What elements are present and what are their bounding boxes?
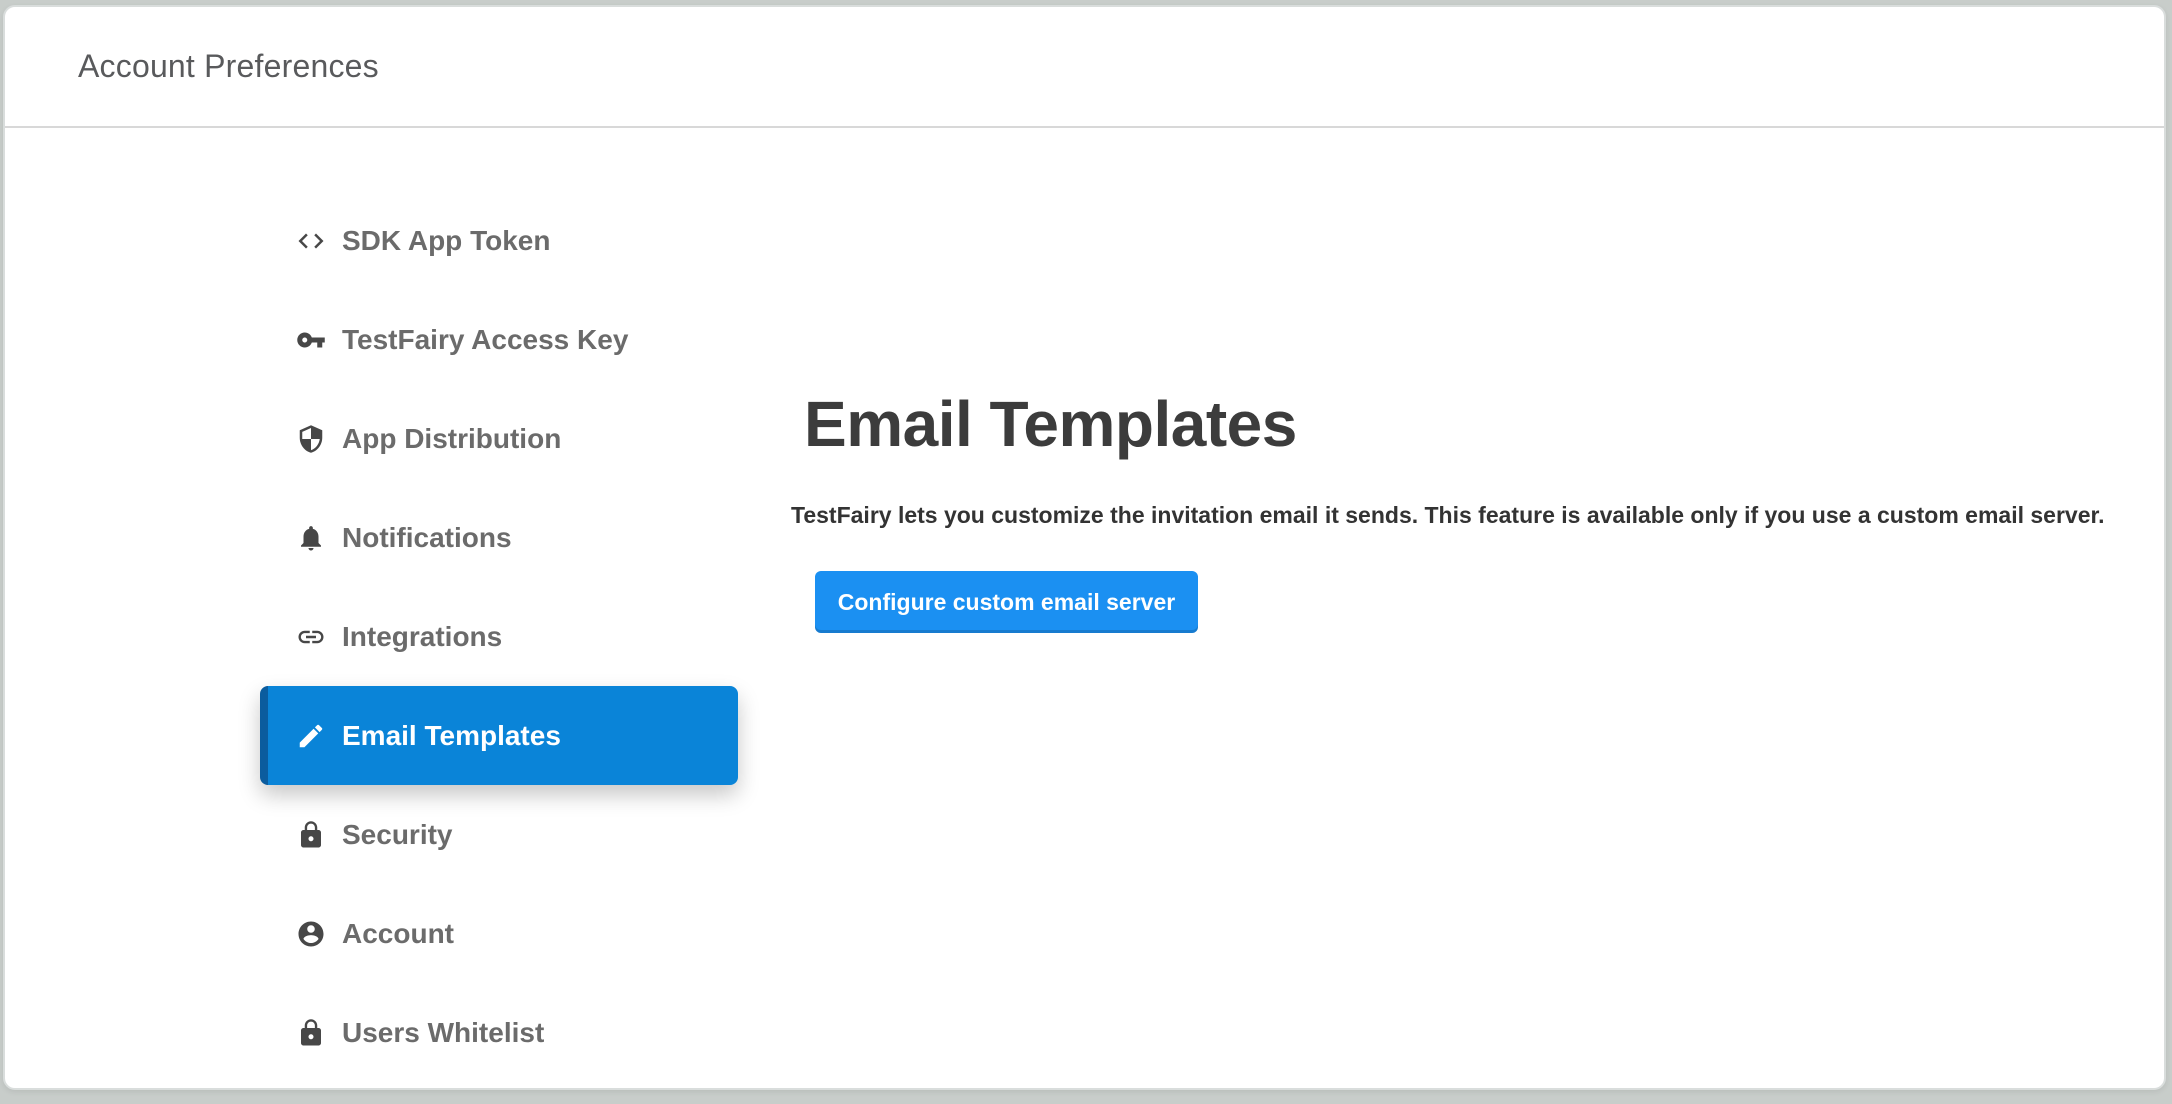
sidebar: SDK App Token TestFairy Access Key App D… bbox=[260, 191, 738, 1082]
sidebar-item-label: Security bbox=[342, 819, 453, 851]
account-preferences-window: Account Preferences SDK App Token TestFa… bbox=[3, 5, 2166, 1090]
section-description: TestFairy lets you customize the invitat… bbox=[791, 502, 2105, 529]
sidebar-item-label: Notifications bbox=[342, 522, 512, 554]
sidebar-item-label: App Distribution bbox=[342, 423, 561, 455]
sidebar-item-label: Email Templates bbox=[342, 720, 561, 752]
sidebar-item-users-whitelist[interactable]: Users Whitelist bbox=[260, 983, 738, 1082]
sidebar-item-label: Account bbox=[342, 918, 454, 950]
sidebar-item-security[interactable]: Security bbox=[260, 785, 738, 884]
sidebar-item-label: TestFairy Access Key bbox=[342, 324, 628, 356]
code-icon bbox=[296, 226, 326, 256]
sidebar-item-integrations[interactable]: Integrations bbox=[260, 587, 738, 686]
content-area: SDK App Token TestFairy Access Key App D… bbox=[5, 130, 2164, 1088]
lock-icon bbox=[296, 1018, 326, 1048]
sidebar-item-account[interactable]: Account bbox=[260, 884, 738, 983]
person-icon bbox=[296, 919, 326, 949]
sidebar-item-label: Users Whitelist bbox=[342, 1017, 544, 1049]
sidebar-item-notifications[interactable]: Notifications bbox=[260, 488, 738, 587]
section-heading: Email Templates bbox=[804, 392, 1297, 456]
lock-icon bbox=[296, 820, 326, 850]
pencil-icon bbox=[296, 721, 326, 751]
configure-custom-email-server-button[interactable]: Configure custom email server bbox=[815, 571, 1198, 633]
key-icon bbox=[296, 325, 326, 355]
sidebar-item-sdk-app-token[interactable]: SDK App Token bbox=[260, 191, 738, 290]
sidebar-item-email-templates[interactable]: Email Templates bbox=[260, 686, 738, 785]
sidebar-item-label: SDK App Token bbox=[342, 225, 550, 257]
sidebar-item-testfairy-access-key[interactable]: TestFairy Access Key bbox=[260, 290, 738, 389]
sidebar-item-app-distribution[interactable]: App Distribution bbox=[260, 389, 738, 488]
link-icon bbox=[296, 622, 326, 652]
window-header: Account Preferences bbox=[5, 7, 2164, 128]
page-title: Account Preferences bbox=[78, 48, 379, 85]
sidebar-item-label: Integrations bbox=[342, 621, 502, 653]
shield-icon bbox=[296, 424, 326, 454]
bell-icon bbox=[296, 523, 326, 553]
